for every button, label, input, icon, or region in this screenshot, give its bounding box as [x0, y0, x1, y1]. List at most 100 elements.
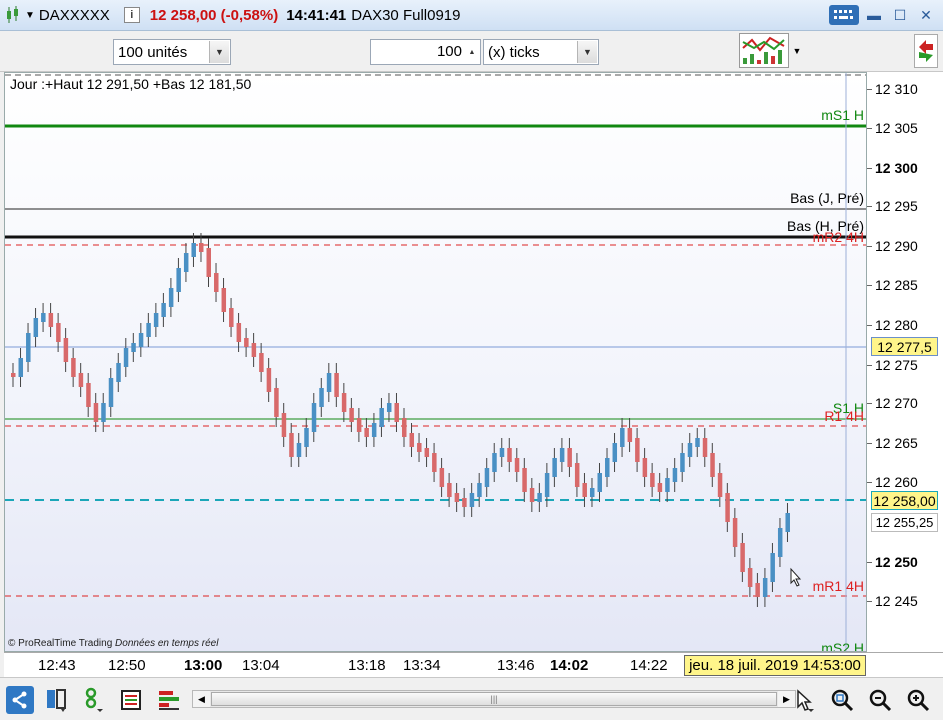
y-tick: 12 300 — [867, 160, 918, 176]
contract-name: DAX30 Full0919 — [351, 6, 461, 24]
drawing-tools-icon[interactable] — [80, 686, 108, 714]
candle-body — [123, 348, 129, 367]
zoom-fit-icon[interactable] — [828, 686, 856, 714]
candle-body — [732, 518, 738, 547]
x-tick: 13:46 — [497, 657, 535, 674]
current-time: 14:41:41 — [286, 6, 347, 24]
candle-body — [78, 373, 84, 387]
bottom-toolbar: ◀ ||| ▶ — [0, 677, 943, 720]
zoom-out-icon[interactable] — [866, 686, 894, 714]
candle-body — [447, 483, 452, 497]
candle-body — [101, 403, 106, 422]
candle-body — [356, 418, 362, 432]
level-label-bas-h: Bas (H, Pré) — [786, 218, 864, 234]
y-tick: 12 295 — [867, 198, 918, 214]
candle-body — [236, 323, 242, 342]
candle-body — [326, 373, 332, 392]
candle-body — [642, 458, 648, 477]
zoom-in-icon[interactable] — [904, 686, 932, 714]
candle-body — [371, 423, 377, 437]
symbol-name[interactable]: DAXXXXX — [39, 7, 110, 24]
side-panel-button[interactable] — [914, 34, 938, 68]
candle-body — [605, 458, 610, 477]
candle-body — [454, 493, 460, 502]
y-tick: 12 275 — [867, 357, 918, 373]
time-scrollbar[interactable]: ◀ ||| ▶ — [192, 690, 796, 708]
candle-body — [755, 583, 760, 597]
title-bar: ▼ DAXXXXX i 12 258,00 (-0,58%) 14:41:41 … — [0, 0, 943, 31]
candle-body — [582, 483, 587, 497]
price-chart[interactable]: Jour :+Haut 12 291,50 +Bas 12 181,50 mS1… — [4, 72, 867, 652]
ticks-input[interactable]: 100 ▲▼ — [370, 39, 481, 80]
minimize-icon[interactable]: ▬ — [863, 5, 885, 25]
candle-body — [131, 343, 136, 352]
y-tick: 12 245 — [867, 593, 918, 609]
scroll-thumb[interactable]: ||| — [211, 692, 777, 706]
level-label-ms2: mS2 H — [821, 640, 864, 652]
candle-body — [93, 403, 99, 422]
time-axis[interactable]: 12:43 12:50 13:00 13:04 13:18 13:34 13:4… — [4, 652, 943, 677]
level-label-r1: R1 4H — [824, 408, 864, 424]
candle-body — [574, 463, 580, 487]
cursor-tool-icon[interactable] — [792, 686, 820, 714]
share-icon[interactable] — [6, 686, 34, 714]
candle-body — [41, 313, 46, 322]
y-tick: 12 280 — [867, 317, 918, 333]
keyboard-icon[interactable] — [829, 5, 859, 25]
candle-body — [469, 493, 475, 507]
candle-body — [740, 543, 745, 572]
list-icon[interactable] — [117, 686, 145, 714]
candle-body — [304, 428, 309, 447]
price-axis[interactable]: 12 310 12 305 12 300 12 295 12 290 12 28… — [867, 72, 943, 652]
x-tick: 13:34 — [403, 657, 441, 674]
candle-body — [266, 368, 272, 392]
maximize-icon[interactable]: ☐ — [889, 5, 911, 25]
candlestick-plot[interactable] — [5, 73, 867, 652]
candle-body — [349, 408, 354, 422]
candle-body — [176, 268, 181, 292]
chart-caption: Jour :+Haut 12 291,50 +Bas 12 181,50 — [10, 76, 252, 92]
candle-body — [116, 363, 121, 382]
chevron-down-icon[interactable]: ▼ — [209, 41, 229, 63]
candle-body — [710, 453, 715, 477]
candle-body — [507, 448, 512, 462]
candle-body — [26, 333, 31, 362]
candlestick-icon[interactable] — [5, 5, 21, 25]
crosshair-date-badge: jeu. 18 juil. 2019 14:53:00 — [684, 655, 866, 676]
ticks-unit-select[interactable]: (x) ticks ▼ — [483, 39, 599, 65]
ticks-spinner[interactable]: ▲▼ — [465, 41, 479, 80]
candle-body — [153, 313, 159, 327]
candle-body — [48, 313, 54, 327]
candle-body — [11, 373, 16, 377]
candle-body — [567, 448, 572, 467]
units-select[interactable]: 100 unités ▼ — [113, 39, 231, 65]
indicators-button[interactable] — [739, 33, 789, 68]
candle-body — [86, 383, 91, 407]
bars-icon[interactable] — [155, 686, 183, 714]
symbol-dropdown-arrow[interactable]: ▼ — [25, 10, 35, 21]
candle-body — [687, 443, 693, 457]
candle-body — [522, 468, 527, 492]
y-tick: 12 260 — [867, 474, 918, 490]
chevron-down-icon[interactable]: ▼ — [577, 41, 597, 63]
candle-body — [394, 403, 399, 422]
y-tick: 12 250 — [867, 554, 918, 570]
candle-body — [198, 243, 204, 252]
y-tick: 12 290 — [867, 238, 918, 254]
candle-body — [589, 488, 595, 497]
candle-body — [18, 358, 24, 377]
candle-body — [657, 483, 663, 492]
level-label-mr1: mR1 4H — [812, 578, 864, 594]
layout-icon[interactable] — [42, 686, 70, 714]
scroll-left-icon[interactable]: ◀ — [193, 691, 210, 707]
y-tick: 12 310 — [867, 81, 918, 97]
candle-body — [597, 473, 602, 492]
candle-body — [402, 418, 407, 437]
indicators-dropdown-icon[interactable]: ▼ — [790, 40, 804, 62]
candle-body — [274, 388, 279, 417]
level-label-ms1h: mS1 H — [821, 107, 864, 123]
candle-body — [650, 473, 655, 487]
candle-body — [409, 433, 415, 447]
close-icon[interactable]: ✕ — [915, 5, 937, 25]
info-icon[interactable]: i — [123, 7, 140, 23]
